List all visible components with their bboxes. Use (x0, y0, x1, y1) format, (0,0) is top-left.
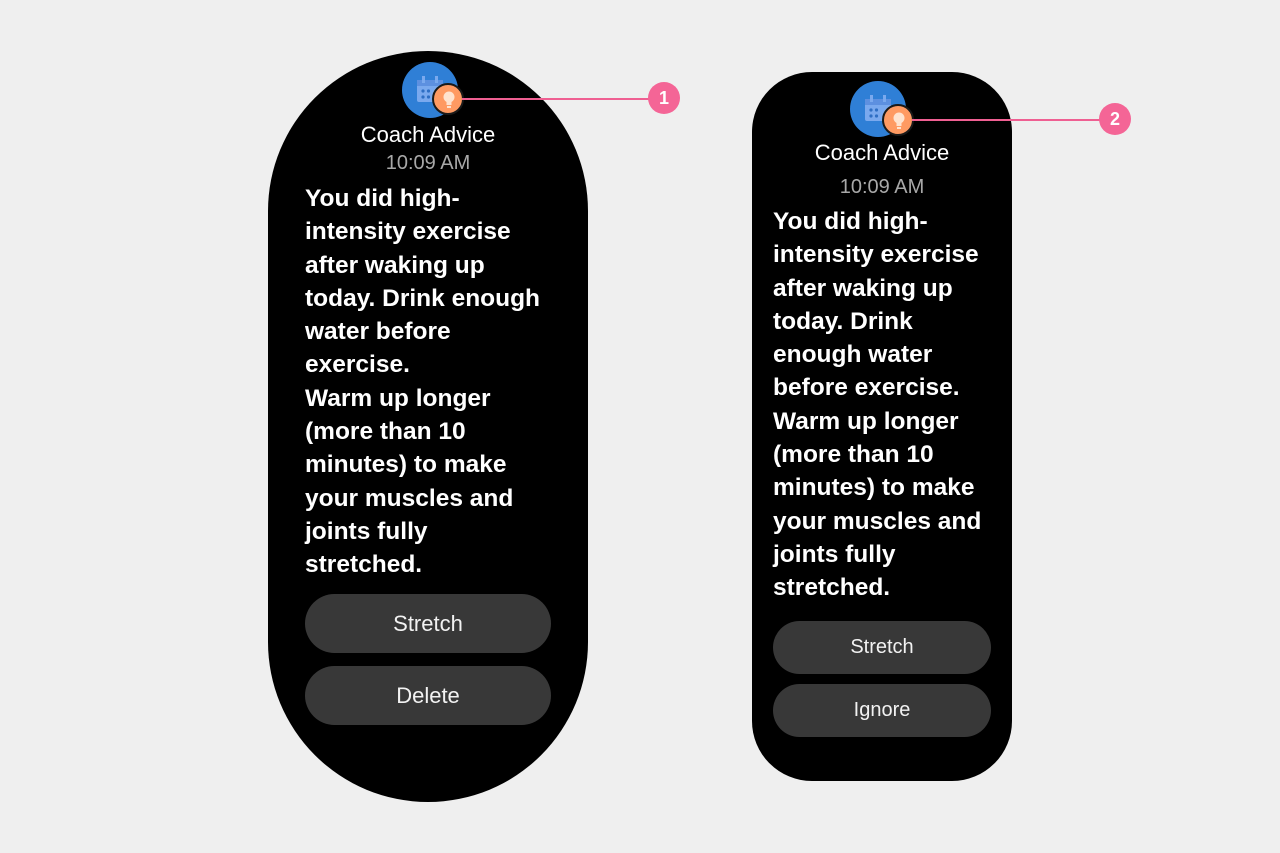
notification-title: Coach Advice (814, 140, 950, 165)
lightbulb-icon (432, 83, 464, 115)
ignore-button[interactable]: Ignore (773, 684, 991, 737)
notification-time: 10:09 AM (839, 176, 925, 198)
stretch-button[interactable]: Stretch (773, 621, 991, 674)
notification-title: Coach Advice (360, 122, 496, 147)
notification-time: 10:09 AM (385, 152, 471, 174)
notification-message: You did high- intensity exercise after w… (773, 208, 982, 602)
notification-message: You did high- intensity exercise after w… (305, 185, 541, 579)
callout-marker-1: 1 (648, 82, 680, 114)
watch-notification-1: Coach Advice 10:09 AM You did high- inte… (268, 51, 588, 802)
stretch-button[interactable]: Stretch (305, 594, 551, 653)
callout-line-1 (462, 98, 650, 100)
delete-button[interactable]: Delete (305, 666, 551, 725)
watch-notification-2: Coach Advice 10:09 AM You did high- inte… (752, 72, 1012, 781)
callout-line-2 (912, 119, 1100, 121)
callout-marker-2: 2 (1099, 103, 1131, 135)
lightbulb-icon (882, 104, 914, 136)
